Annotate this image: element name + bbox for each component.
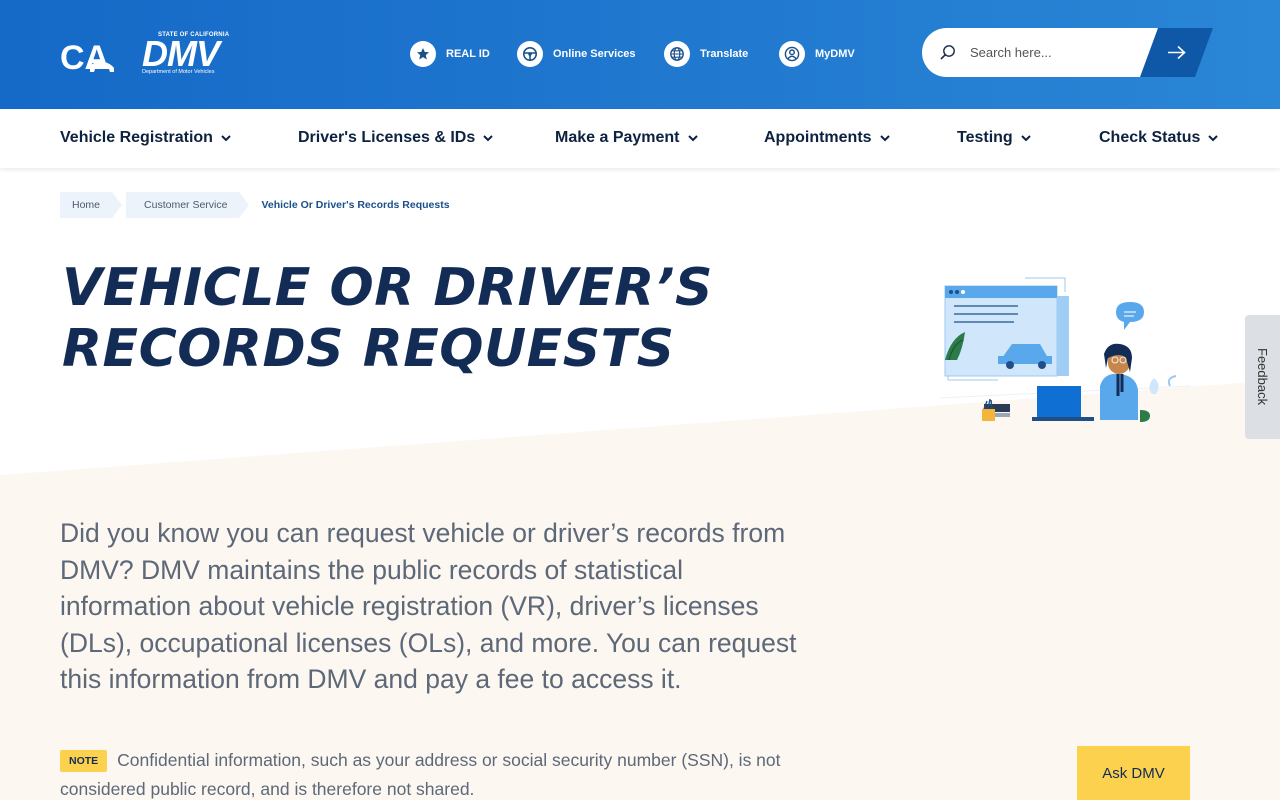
- translate-link[interactable]: Translate: [664, 40, 748, 68]
- user-icon: [779, 41, 805, 67]
- breadcrumb-customer-service[interactable]: Customer Service: [126, 192, 250, 218]
- chevron-down-icon: [221, 134, 231, 141]
- search-submit-button[interactable]: [1140, 28, 1213, 77]
- nav-label: Testing: [957, 129, 1013, 146]
- page-title-line-1: Vehicle or Driver’s: [62, 258, 713, 318]
- search-box: [922, 28, 1158, 77]
- chevron-down-icon: [687, 134, 698, 141]
- nav-label: Vehicle Registration: [60, 129, 213, 146]
- nav-make-a-payment[interactable]: Make a Payment: [555, 129, 698, 147]
- mydmv-label: MyDMV: [815, 48, 855, 60]
- chevron-down-icon: [1020, 134, 1031, 141]
- chevron-down-icon: [879, 134, 890, 141]
- records-illustration: [940, 277, 1190, 422]
- real-id-link[interactable]: REAL ID: [410, 40, 490, 68]
- real-id-label: REAL ID: [446, 48, 490, 60]
- search-icon: [940, 44, 955, 60]
- nav-vehicle-registration[interactable]: Vehicle Registration: [60, 129, 231, 147]
- nav-label: Check Status: [1099, 129, 1201, 146]
- ca-logo[interactable]: CA: [60, 38, 118, 74]
- breadcrumb-home[interactable]: Home: [60, 192, 123, 218]
- intro-paragraph: Did you know you can request vehicle or …: [60, 518, 797, 694]
- breadcrumb-current-page: Vehicle Or Driver's Records Requests: [261, 199, 450, 211]
- globe-icon: [664, 41, 690, 67]
- feedback-label: Feedback: [1255, 348, 1270, 406]
- nav-label: Driver's Licenses & IDs: [298, 129, 476, 146]
- page-title: Vehicle or Driver’s Records Requests: [62, 258, 762, 380]
- ask-dmv-button[interactable]: Ask DMV: [1077, 746, 1190, 800]
- nav-label: Make a Payment: [555, 129, 680, 146]
- nav-testing[interactable]: Testing: [957, 129, 1031, 147]
- confidential-note: NOTE Confidential information, such as yo…: [60, 746, 820, 800]
- translate-label: Translate: [700, 48, 749, 60]
- dmv-logo[interactable]: STATE OF CALIFORNIA DMV Department of Mo…: [140, 32, 246, 78]
- nav-label: Appointments: [764, 129, 872, 146]
- chevron-down-icon: [483, 134, 493, 141]
- chevron-down-icon: [1208, 134, 1219, 141]
- dmv-logo-word: DMV: [142, 33, 220, 74]
- breadcrumb: Home Customer Service Vehicle Or Driver'…: [60, 192, 450, 218]
- site-header: CA STATE OF CALIFORNIA DMV Department of…: [0, 0, 1280, 109]
- star-icon: [410, 41, 436, 67]
- steering-wheel-icon: [517, 41, 543, 67]
- online-services-label: Online Services: [553, 48, 636, 60]
- dmv-logo-subtext: Department of Motor Vehicles: [142, 69, 215, 75]
- search-input[interactable]: [970, 45, 1130, 60]
- nav-drivers-licenses[interactable]: Driver's Licenses & IDs: [298, 129, 493, 147]
- mydmv-link[interactable]: MyDMV: [779, 40, 855, 68]
- main-navigation: Vehicle Registration Driver's Licenses &…: [0, 109, 1280, 168]
- nav-appointments[interactable]: Appointments: [764, 129, 890, 147]
- feedback-tab[interactable]: Feedback: [1245, 315, 1280, 439]
- online-services-link[interactable]: Online Services: [517, 40, 636, 68]
- nav-check-status[interactable]: Check Status: [1099, 129, 1219, 147]
- note-badge: NOTE: [60, 750, 108, 772]
- note-text: Confidential information, such as your a…: [60, 750, 781, 799]
- page-title-line-2: Records Requests: [62, 319, 675, 379]
